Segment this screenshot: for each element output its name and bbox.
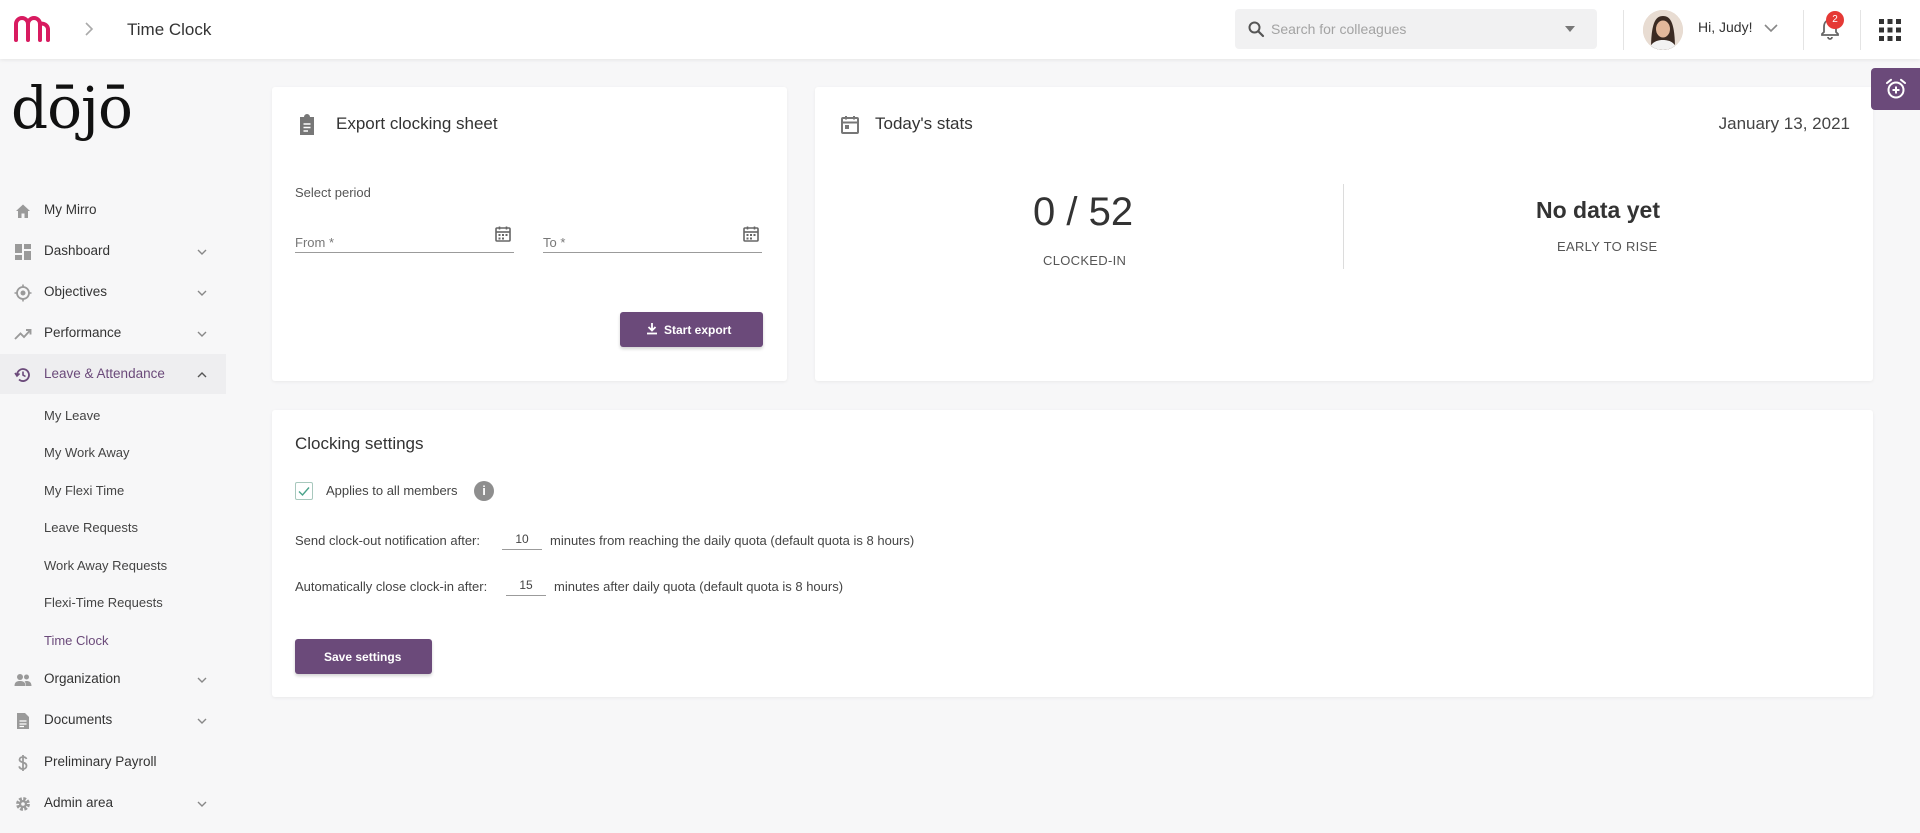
- sidebar-item-admin-area[interactable]: Admin area: [0, 783, 226, 823]
- chevron-down-icon[interactable]: [196, 674, 208, 686]
- applies-to-all-checkbox[interactable]: [295, 482, 313, 500]
- download-icon: [647, 323, 657, 335]
- clocked-in-caption: CLOCKED-IN: [1043, 253, 1127, 268]
- close-prefix: Automatically close clock-in after:: [295, 579, 488, 594]
- stats-date: January 13, 2021: [1718, 114, 1850, 133]
- chevron-down-icon[interactable]: [196, 287, 208, 299]
- sidebar-item-label: Performance: [44, 325, 122, 340]
- chevron-down-icon[interactable]: [196, 246, 208, 258]
- sidebar-item-performance[interactable]: Performance: [0, 313, 226, 353]
- chevron-down-icon[interactable]: [196, 798, 208, 810]
- sidebar-item-preliminary-payroll[interactable]: Preliminary Payroll: [0, 742, 226, 782]
- sidebar-item-documents[interactable]: Documents: [0, 700, 226, 740]
- to-date-label: To *: [543, 235, 566, 250]
- chevron-down-icon[interactable]: [196, 328, 208, 340]
- stats-title: Today's stats: [875, 114, 973, 133]
- notify-minutes-input[interactable]: 10: [502, 532, 542, 550]
- settings-title: Clocking settings: [295, 434, 424, 453]
- apps-grid-icon[interactable]: [1879, 19, 1901, 41]
- notify-suffix: minutes from reaching the daily quota (d…: [550, 533, 915, 548]
- info-icon[interactable]: i: [474, 481, 494, 501]
- sidebar-item-label: Leave & Attendance: [44, 366, 165, 381]
- sidebar-item-objectives[interactable]: Objectives: [0, 272, 226, 312]
- calendar-icon: [841, 116, 859, 134]
- start-export-button[interactable]: Start export: [620, 312, 763, 347]
- clocked-in-value: 0 / 52: [1033, 190, 1134, 234]
- chevron-up-icon[interactable]: [196, 369, 208, 381]
- notification-badge: 2: [1826, 11, 1844, 29]
- clocking-settings-card: Clocking settings Applies to all members…: [272, 410, 1873, 697]
- sidebar-subitem-my-flexi-time[interactable]: My Flexi Time: [44, 483, 124, 498]
- early-to-rise-value: No data yet: [1536, 197, 1660, 223]
- from-date-field[interactable]: From *: [295, 226, 514, 253]
- save-settings-button[interactable]: Save settings: [295, 639, 432, 674]
- top-bar: Time Clock Search for colleagues Hi, Jud…: [0, 0, 1920, 59]
- sidebar-item-label: Objectives: [44, 284, 108, 299]
- search-input[interactable]: Search for colleagues: [1235, 9, 1597, 49]
- early-to-rise-caption: EARLY TO RISE: [1557, 239, 1658, 254]
- document-icon: [17, 713, 29, 729]
- sidebar-subitem-time-clock[interactable]: Time Clock: [44, 633, 109, 648]
- page-title: Time Clock: [127, 20, 212, 39]
- sidebar-subitem-leave-requests[interactable]: Leave Requests: [44, 520, 138, 535]
- sidebar-subitem-work-away-requests[interactable]: Work Away Requests: [44, 558, 167, 573]
- user-greeting[interactable]: Hi, Judy!: [1698, 19, 1752, 35]
- target-icon: [14, 284, 32, 302]
- sidebar-item-label: Dashboard: [44, 243, 111, 258]
- trending-up-icon: [14, 329, 32, 340]
- quick-clock-in-button[interactable]: [1871, 68, 1920, 110]
- sidebar-item-dashboard[interactable]: Dashboard: [0, 231, 226, 271]
- gear-icon: [16, 797, 30, 811]
- save-settings-label: Save settings: [324, 650, 402, 664]
- sidebar-item-label: Organization: [44, 671, 121, 686]
- sidebar-item-organization[interactable]: Organization: [0, 659, 226, 699]
- sidebar-subitem-my-leave[interactable]: My Leave: [44, 408, 100, 423]
- dashboard-icon: [15, 244, 31, 260]
- breadcrumb-chevron-icon: [85, 22, 94, 36]
- notify-prefix: Send clock-out notification after:: [295, 533, 480, 548]
- export-card: Export clocking sheet Select period From…: [272, 87, 787, 381]
- select-period-label: Select period: [295, 185, 371, 200]
- close-suffix: minutes after daily quota (default quota…: [554, 579, 844, 594]
- home-icon: [16, 204, 30, 218]
- search-icon: [1248, 21, 1265, 38]
- applies-to-all-label: Applies to all members: [326, 483, 458, 498]
- sidebar-item-label: Documents: [44, 712, 113, 727]
- calendar-icon[interactable]: [494, 225, 512, 243]
- close-minutes-input[interactable]: 15: [506, 578, 546, 596]
- stats-divider: [1343, 184, 1344, 269]
- todays-stats-card: Today's stats January 13, 2021 0 / 52 CL…: [815, 87, 1873, 381]
- history-icon: [14, 368, 30, 382]
- search-dropdown-icon[interactable]: [1565, 26, 1575, 32]
- brand-logo[interactable]: dōjō: [11, 79, 133, 137]
- check-icon: [298, 487, 310, 497]
- chevron-down-icon[interactable]: [196, 715, 208, 727]
- sidebar-item-label: Preliminary Payroll: [44, 754, 157, 769]
- sidebar-subitem-flexi-time-requests[interactable]: Flexi-Time Requests: [44, 595, 163, 610]
- sidebar-subitem-my-work-away[interactable]: My Work Away: [44, 445, 129, 460]
- divider: [1623, 10, 1624, 50]
- sidebar-item-leave-attendance[interactable]: Leave & Attendance: [0, 354, 226, 394]
- people-icon: [14, 674, 32, 686]
- app-logo-icon[interactable]: [12, 14, 52, 44]
- dollar-icon: [18, 755, 28, 771]
- search-placeholder: Search for colleagues: [1271, 21, 1407, 37]
- to-date-field[interactable]: To *: [543, 226, 762, 253]
- start-export-label: Start export: [664, 323, 732, 337]
- calendar-icon[interactable]: [742, 225, 760, 243]
- sidebar-item-label: Admin area: [44, 795, 114, 810]
- divider: [1860, 10, 1861, 50]
- sidebar-item-my-mirro[interactable]: My Mirro: [0, 190, 226, 230]
- alarm-add-icon: [1886, 78, 1906, 99]
- chevron-down-icon[interactable]: [1763, 20, 1779, 36]
- export-title: Export clocking sheet: [336, 114, 498, 133]
- sidebar: dōjō My Mirro Dashboard Objectives Perfo…: [0, 59, 226, 833]
- clipboard-icon: [300, 114, 314, 135]
- divider: [1803, 10, 1804, 50]
- avatar[interactable]: [1643, 10, 1683, 50]
- user-photo-icon: [1643, 10, 1683, 50]
- from-date-label: From *: [295, 235, 334, 250]
- sidebar-item-label: My Mirro: [44, 202, 97, 217]
